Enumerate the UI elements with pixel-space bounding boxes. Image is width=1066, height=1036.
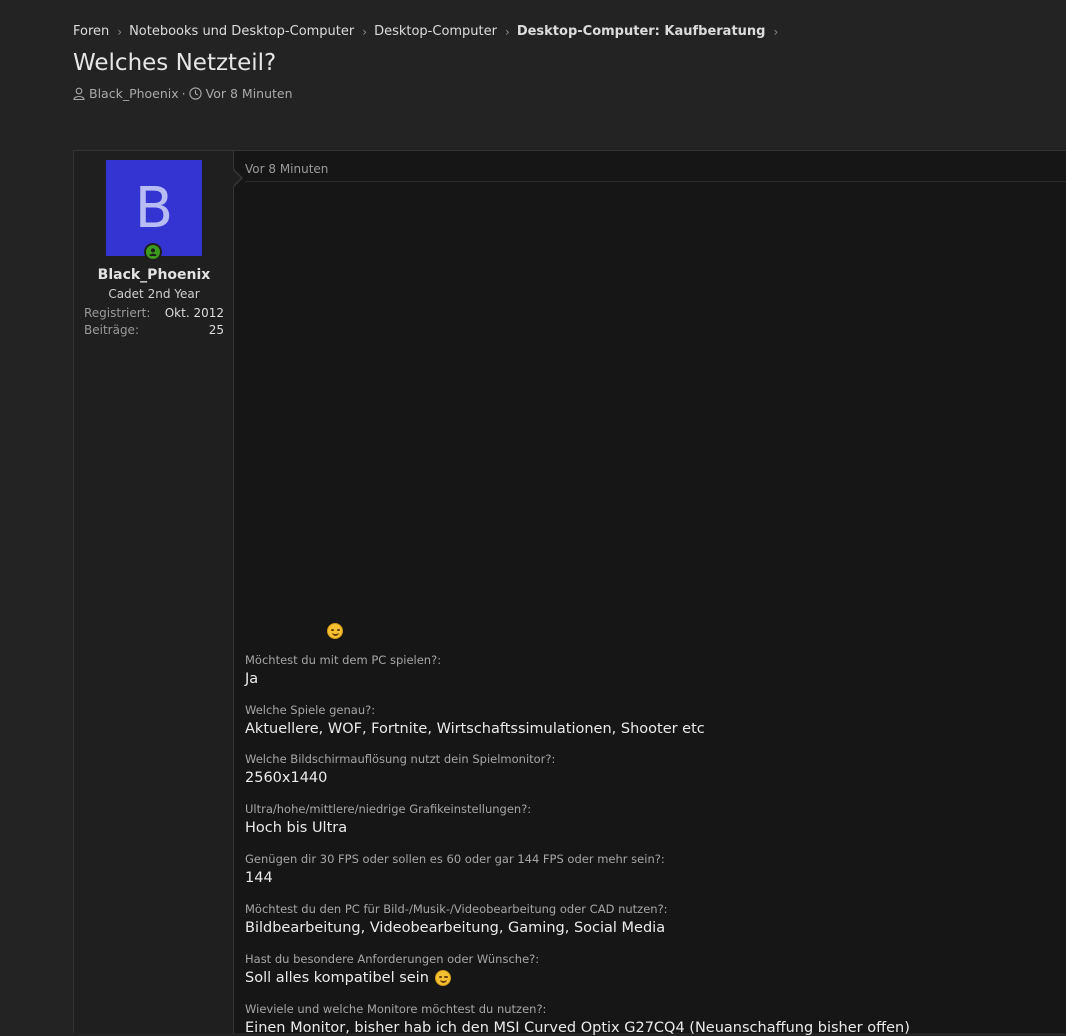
- post-time-link[interactable]: Vor 8 Minuten: [245, 162, 328, 176]
- posts-label: Beiträge:: [84, 323, 139, 337]
- chevron-right-icon: ›: [505, 24, 510, 39]
- user-title: Cadet 2nd Year: [108, 287, 200, 301]
- qa-item: Welche Bildschirmauflösung nutzt dein Sp…: [245, 752, 1066, 786]
- avatar[interactable]: B: [106, 160, 202, 256]
- post-divider: [245, 181, 1066, 182]
- user-online-icon: [149, 248, 157, 256]
- breadcrumb: Foren › Notebooks und Desktop-Computer ›…: [73, 24, 785, 39]
- user-stat-registered: Registriert: Okt. 2012: [84, 306, 224, 320]
- meta-separator: ·: [181, 86, 186, 101]
- answer: Aktuellere, WOF, Fortnite, Wirtschaftssi…: [245, 721, 1066, 737]
- question: Möchtest du mit dem PC spielen?:: [245, 653, 442, 667]
- qa-item: Ultra/hohe/mittlere/niedrige Grafikeinst…: [245, 802, 1066, 836]
- clock-icon: [189, 87, 202, 100]
- breadcrumb-item-kaufberatung[interactable]: Desktop-Computer: Kaufberatung: [517, 24, 766, 39]
- question: Möchtest du den PC für Bild-/Musik-/Vide…: [245, 902, 668, 916]
- qa-item: Hast du besondere Anforderungen oder Wün…: [245, 952, 1066, 986]
- answer: Bildbearbeitung, Videobearbeitung, Gamin…: [245, 920, 1066, 936]
- thread-author-link[interactable]: Black_Phoenix: [89, 86, 179, 101]
- thread-header: Foren › Notebooks und Desktop-Computer ›…: [0, 0, 1066, 150]
- posts-value: 25: [208, 323, 224, 337]
- post-content: Vor 8 Minuten Möchtest du mit dem PC spi…: [245, 151, 1066, 1036]
- user-stat-posts: Beiträge: 25: [84, 323, 224, 337]
- username-link[interactable]: Black_Phoenix: [74, 267, 234, 283]
- post-user-info: B Black_Phoenix Cadet 2nd Year Registrie…: [74, 151, 234, 1034]
- question: Wieviele und welche Monitore möchtest du…: [245, 1002, 547, 1016]
- page-title: Welches Netzteil?: [73, 50, 277, 76]
- wink-emoji-icon: [434, 970, 451, 986]
- answer-text: Aktuellere, WOF, Fortnite, Wirtschaftssi…: [245, 721, 705, 737]
- answer-text: Ja: [245, 671, 259, 687]
- answer-text: Hoch bis Ultra: [245, 820, 348, 836]
- answer: Hoch bis Ultra: [245, 820, 1066, 836]
- answer: Soll alles kompatibel sein: [245, 970, 1066, 986]
- breadcrumb-item-foren[interactable]: Foren: [73, 24, 109, 39]
- answer-text: 2560x1440: [245, 770, 328, 786]
- answer-text: Soll alles kompatibel sein: [245, 970, 429, 986]
- answer: Einen Monitor, bisher hab ich den MSI Cu…: [245, 1020, 1066, 1036]
- question: Welche Bildschirmauflösung nutzt dein Sp…: [245, 752, 556, 766]
- question: Welche Spiele genau?:: [245, 703, 376, 717]
- answer: 2560x1440: [245, 770, 1066, 786]
- answer-text: Einen Monitor, bisher hab ich den MSI Cu…: [245, 1020, 910, 1036]
- registered-value: Okt. 2012: [164, 306, 224, 320]
- post-arrow-inner: [233, 170, 241, 186]
- qa-item: Möchtest du mit dem PC spielen?: Ja: [245, 653, 1066, 687]
- qa-item: Welche Spiele genau?: Aktuellere, WOF, F…: [245, 703, 1066, 737]
- qa-item: Genügen dir 30 FPS oder sollen es 60 ode…: [245, 852, 1066, 886]
- chevron-right-icon: ›: [362, 24, 368, 39]
- question: Ultra/hohe/mittlere/niedrige Grafikeinst…: [245, 802, 532, 816]
- question: Genügen dir 30 FPS oder sollen es 60 ode…: [245, 852, 665, 866]
- smile-emoji-icon: [327, 623, 343, 639]
- question: Hast du besondere Anforderungen oder Wün…: [245, 952, 540, 966]
- online-status-icon: [144, 243, 162, 261]
- qa-item: Möchtest du den PC für Bild-/Musik-/Vide…: [245, 902, 1066, 936]
- qa-item: Wieviele und welche Monitore möchtest du…: [245, 1002, 1066, 1036]
- answer-text: 144: [245, 870, 273, 886]
- user-icon: [73, 87, 85, 100]
- chevron-right-icon: ›: [773, 24, 779, 39]
- thread-meta: Black_Phoenix · Vor 8 Minuten: [73, 86, 293, 101]
- thread-time-link[interactable]: Vor 8 Minuten: [206, 86, 293, 101]
- avatar-letter: B: [134, 175, 174, 241]
- breadcrumb-item-notebooks[interactable]: Notebooks und Desktop-Computer: [129, 24, 354, 39]
- answer-text: Bildbearbeitung, Videobearbeitung, Gamin…: [245, 920, 666, 936]
- chevron-right-icon: ›: [117, 24, 123, 39]
- post: B Black_Phoenix Cadet 2nd Year Registrie…: [73, 150, 1066, 1036]
- breadcrumb-item-desktop-computer[interactable]: Desktop-Computer: [374, 24, 497, 39]
- answer: 144: [245, 870, 1066, 886]
- answer: Ja: [245, 671, 1066, 687]
- registered-label: Registriert:: [84, 306, 151, 320]
